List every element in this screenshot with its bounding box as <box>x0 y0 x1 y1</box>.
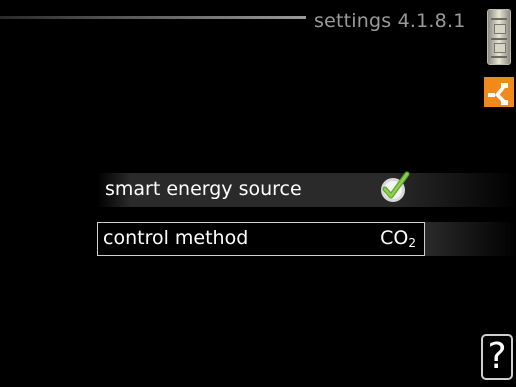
row2-fade <box>425 222 516 256</box>
menu-row-control-method[interactable]: control method CO2 <box>97 222 425 256</box>
help-button[interactable]: ? <box>481 334 513 380</box>
control-method-label: control method <box>103 227 249 249</box>
checkmark-icon[interactable] <box>376 168 414 206</box>
control-method-value: CO2 <box>380 227 416 250</box>
menu-row-smart-energy-source[interactable]: smart energy source <box>97 171 516 207</box>
smart-energy-source-label: smart energy source <box>105 178 302 200</box>
title-line <box>0 16 306 19</box>
page-title: settings 4.1.8.1 <box>314 10 466 32</box>
scroll-position-icon <box>487 9 511 65</box>
energy-source-icon <box>484 77 514 107</box>
